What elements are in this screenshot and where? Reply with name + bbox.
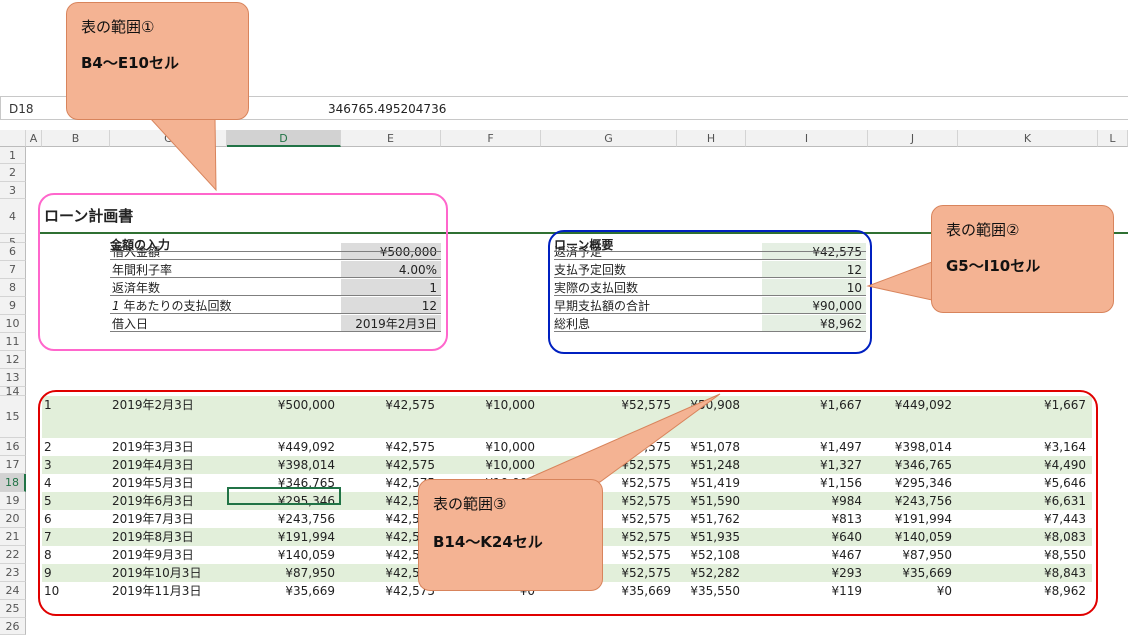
callout-title: 表の範囲③ (433, 495, 507, 513)
callout-range: B4～E10セル (81, 54, 179, 72)
callout-title: 表の範囲① (81, 18, 155, 36)
callout-range-3: 表の範囲③ B14～K24セル (418, 479, 603, 591)
callout-range: B14～K24セル (433, 533, 543, 551)
callout-range: G5～I10セル (946, 257, 1041, 275)
callout-range-2: 表の範囲② G5～I10セル (931, 205, 1114, 313)
callout-range-1: 表の範囲① B4～E10セル (66, 2, 249, 120)
callout-title: 表の範囲② (946, 221, 1020, 239)
